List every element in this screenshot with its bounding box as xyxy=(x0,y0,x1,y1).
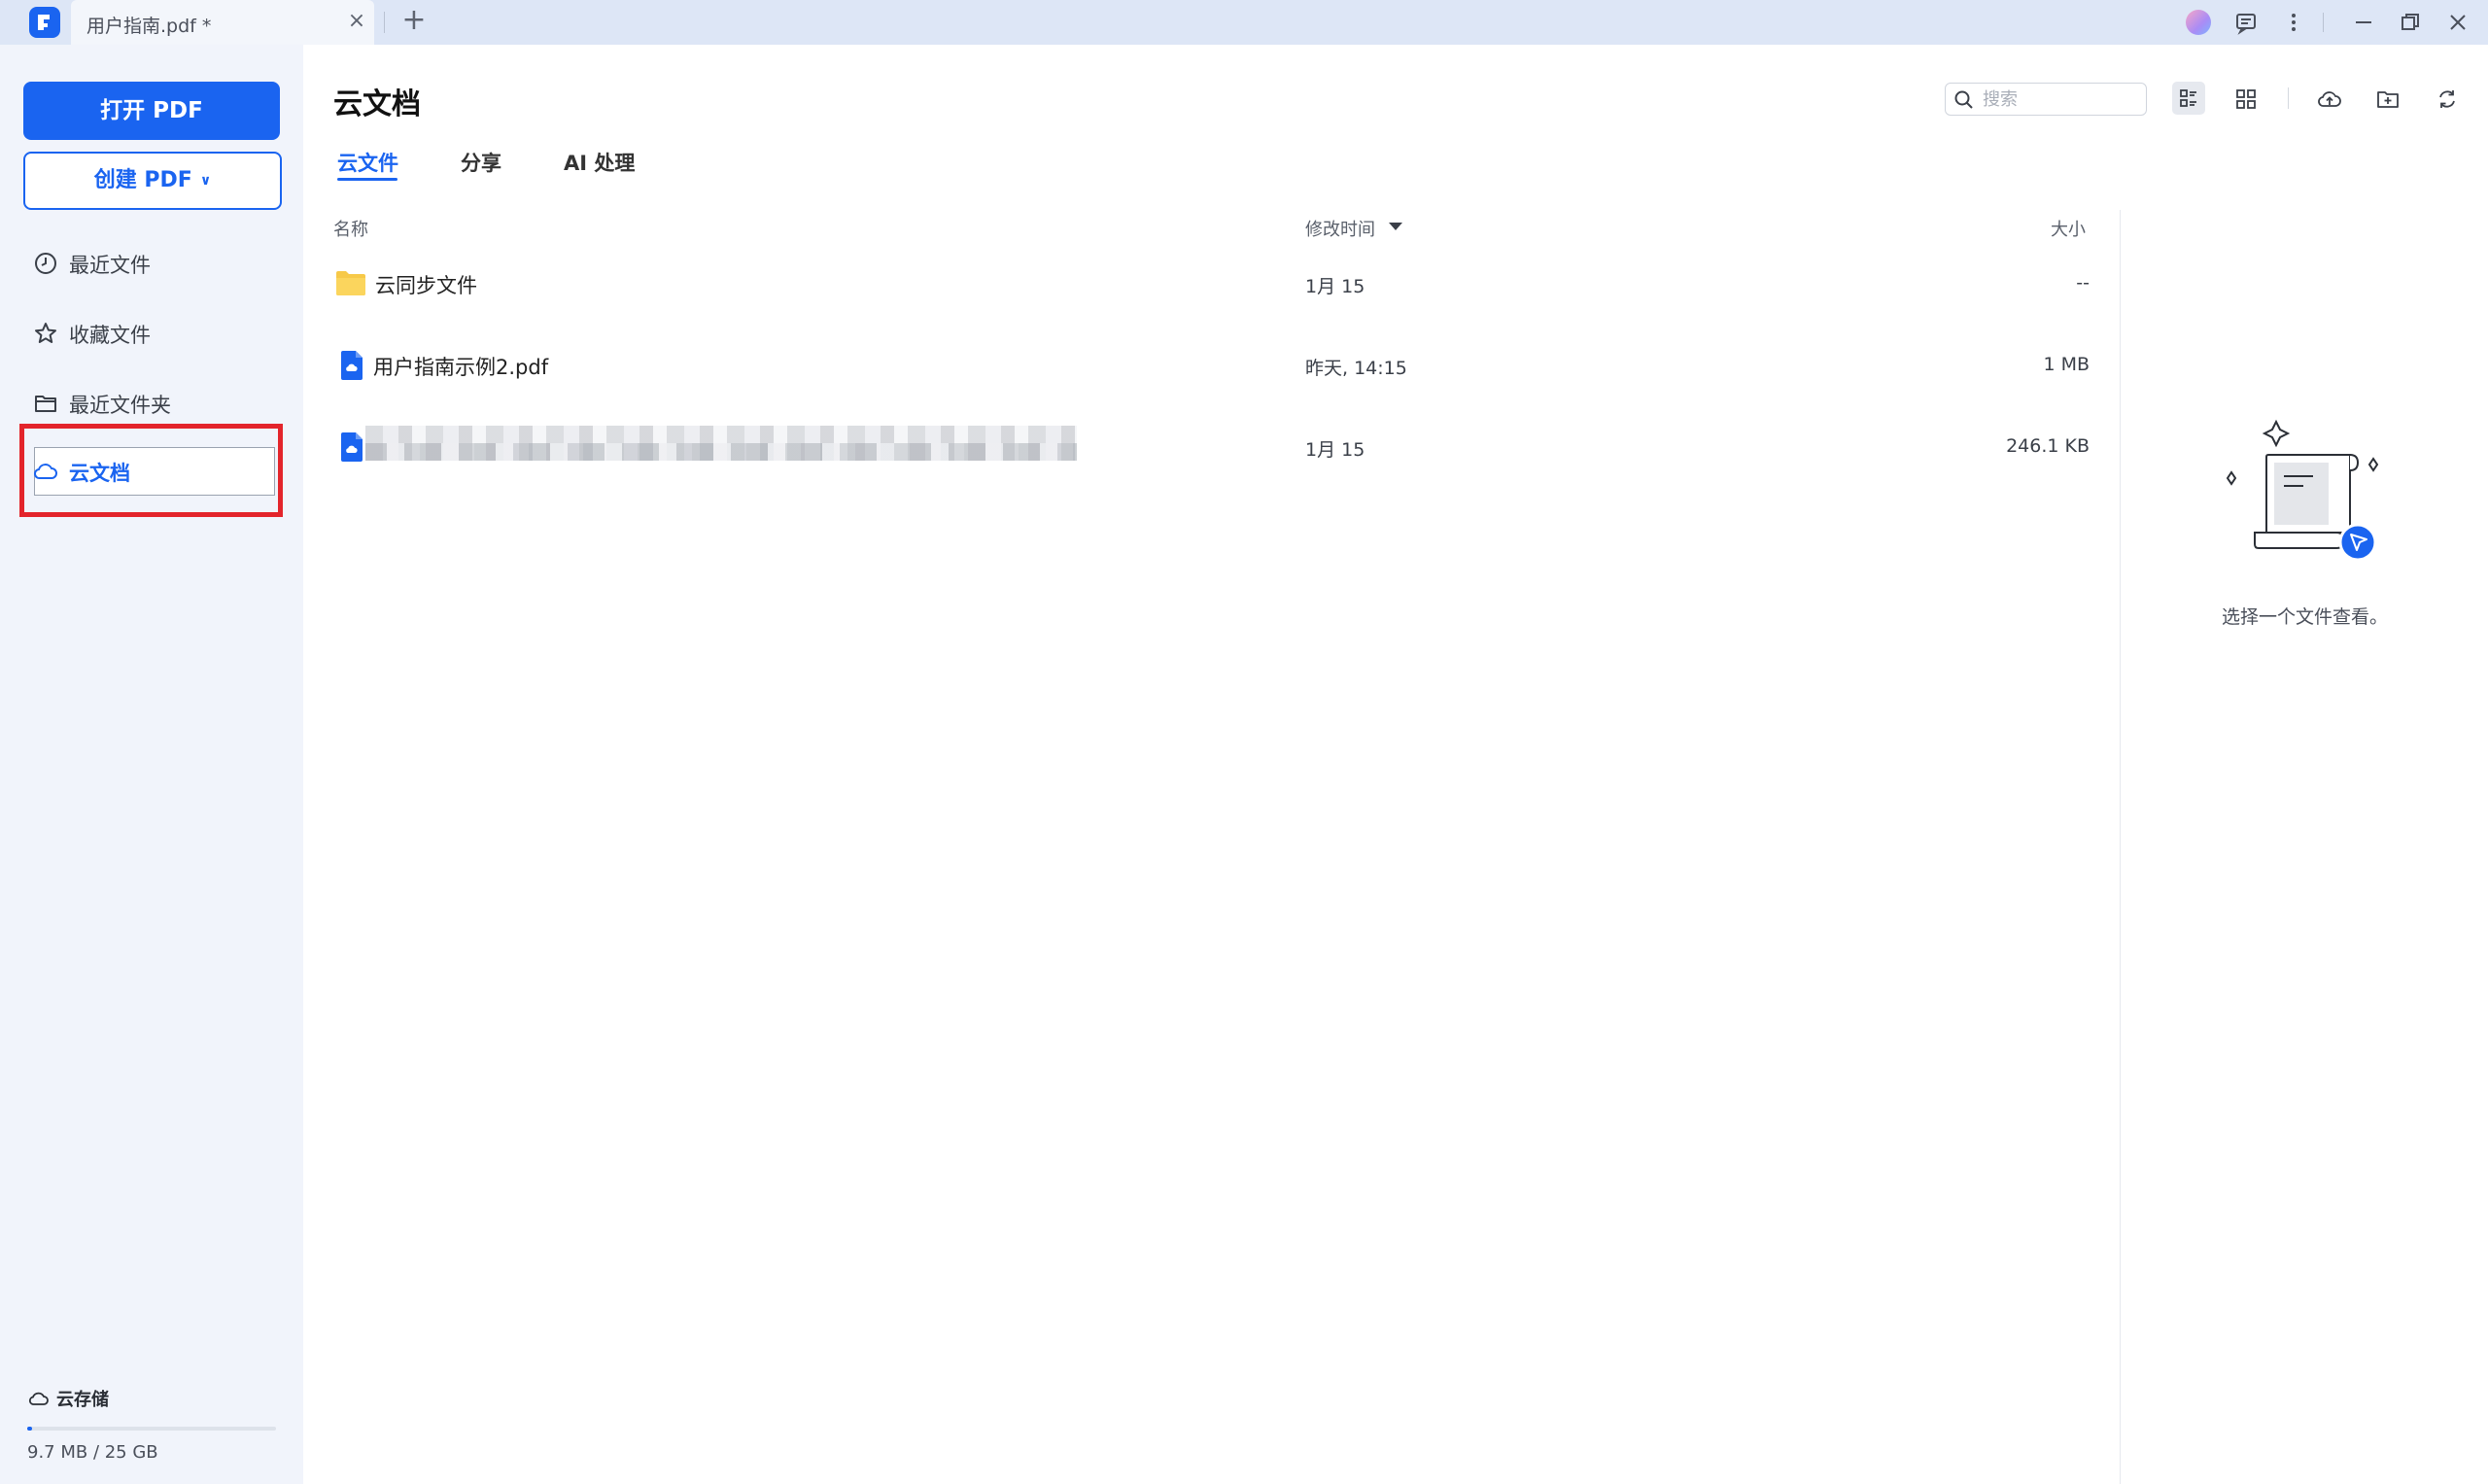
clock-icon xyxy=(35,253,56,274)
folder-icon xyxy=(35,396,56,412)
create-pdf-label: 创建 PDF xyxy=(93,168,192,192)
file-modified: 1月 15 xyxy=(1305,439,1365,461)
user-avatar[interactable] xyxy=(2186,10,2211,35)
storage-progress-bar xyxy=(27,1427,276,1431)
file-size: 1 MB xyxy=(2043,354,2090,375)
file-modified: 昨天, 14:15 xyxy=(1305,358,1407,379)
sidebar-item-favorites[interactable]: 收藏文件 xyxy=(33,313,276,352)
sidebar: 打开 PDF 创建 PDF∨ 最近文件 收藏文件 最近文件夹 云文档 云存储 xyxy=(0,45,303,1484)
grid-view-icon[interactable] xyxy=(2232,86,2260,113)
folder-icon xyxy=(336,271,365,295)
active-tab-indicator xyxy=(337,178,397,181)
tab-ai-processing[interactable]: AI 处理 xyxy=(564,148,635,177)
highlight-annotation xyxy=(19,424,283,517)
create-pdf-button[interactable]: 创建 PDF ∨ xyxy=(23,152,282,210)
titlebar-separator xyxy=(2323,13,2324,32)
tab-share[interactable]: 分享 xyxy=(461,148,501,177)
search-icon xyxy=(1954,90,1973,109)
chevron-down-icon: ∨ xyxy=(199,173,212,189)
title-bar: 用户指南.pdf * × + xyxy=(0,0,2488,45)
refresh-icon[interactable] xyxy=(2434,86,2461,113)
page-title: 云文档 xyxy=(333,87,421,121)
blurred-file-name xyxy=(365,426,1077,461)
detail-panel-divider xyxy=(2120,210,2121,1484)
storage-usage-text: 9.7 MB / 25 GB xyxy=(27,1442,158,1463)
restore-icon[interactable] xyxy=(2397,9,2424,36)
sidebar-item-label: 收藏文件 xyxy=(69,324,151,347)
cloud-storage-icon xyxy=(28,1392,49,1405)
file-name: 云同步文件 xyxy=(375,274,477,297)
document-tab[interactable]: 用户指南.pdf * × xyxy=(71,0,374,45)
sidebar-item-recent-folders[interactable]: 最近文件夹 xyxy=(33,383,276,422)
new-tab-icon[interactable]: + xyxy=(398,6,430,37)
feedback-icon[interactable] xyxy=(2232,9,2260,36)
open-pdf-button[interactable]: 打开 PDF xyxy=(23,82,280,140)
empty-document-illustration xyxy=(2226,419,2379,562)
sidebar-item-label: 最近文件夹 xyxy=(69,394,171,417)
sort-desc-icon[interactable] xyxy=(1389,223,1402,230)
tab-cloud-files[interactable]: 云文件 xyxy=(337,148,398,177)
sidebar-item-recent-files[interactable]: 最近文件 xyxy=(33,243,276,282)
toolbar-separator xyxy=(2288,87,2289,109)
table-row[interactable]: 1月 15 246.1 KB xyxy=(321,414,2099,482)
upload-cloud-icon[interactable] xyxy=(2316,86,2343,113)
tab-close-icon[interactable]: × xyxy=(345,10,368,33)
app-logo-icon[interactable] xyxy=(29,7,60,38)
cloud-pdf-file-icon xyxy=(341,351,363,380)
column-header-name[interactable]: 名称 xyxy=(333,216,368,241)
file-name: 用户指南示例2.pdf xyxy=(373,356,549,379)
search-box[interactable] xyxy=(1945,83,2147,116)
column-header-size[interactable]: 大小 xyxy=(2051,216,2086,241)
sidebar-item-label: 最近文件 xyxy=(69,254,151,277)
list-view-icon xyxy=(2180,89,2196,107)
file-size: 246.1 KB xyxy=(2006,435,2090,457)
more-menu-icon[interactable] xyxy=(2280,9,2307,36)
star-icon xyxy=(35,323,56,343)
minimize-icon[interactable] xyxy=(2350,9,2377,36)
table-row[interactable]: 用户指南示例2.pdf 昨天, 14:15 1 MB xyxy=(321,332,2099,400)
detail-empty-text: 选择一个文件查看。 xyxy=(2222,606,2389,628)
new-folder-icon[interactable] xyxy=(2374,86,2402,113)
document-tab-title: 用户指南.pdf * xyxy=(86,16,212,37)
file-size: -- xyxy=(2076,272,2090,293)
file-modified: 1月 15 xyxy=(1305,276,1365,297)
table-row[interactable]: 云同步文件 1月 15 -- xyxy=(321,251,2099,319)
search-input[interactable] xyxy=(1981,86,2140,112)
cloud-pdf-file-icon xyxy=(341,432,363,462)
close-window-icon[interactable] xyxy=(2444,9,2471,36)
column-header-modified[interactable]: 修改时间 xyxy=(1305,216,1375,241)
storage-title: 云存储 xyxy=(56,1390,109,1410)
tab-divider xyxy=(384,12,385,33)
list-view-button[interactable] xyxy=(2172,82,2205,115)
storage-progress-fill xyxy=(27,1427,33,1431)
